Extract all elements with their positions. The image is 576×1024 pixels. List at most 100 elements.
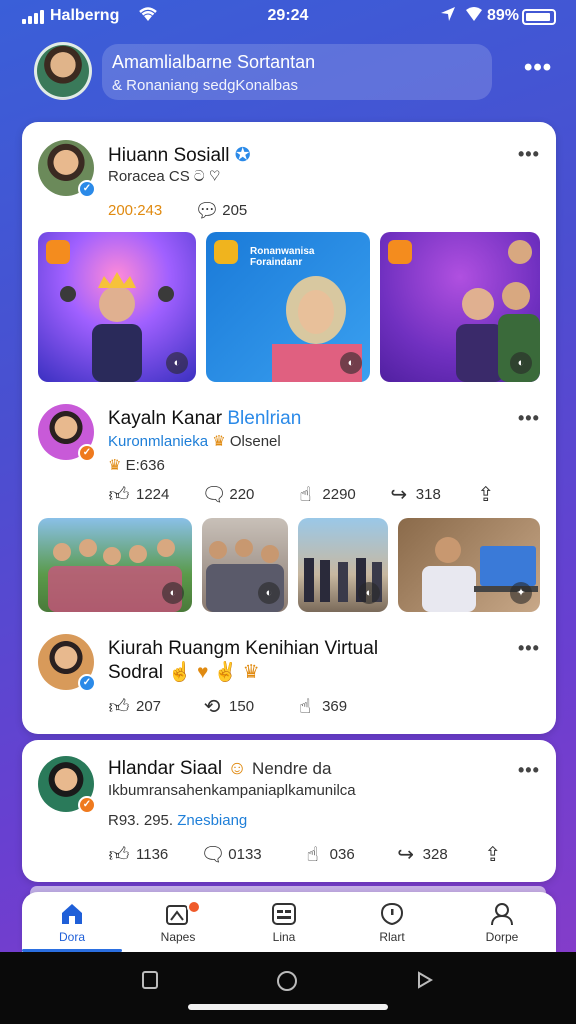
post-title: Kiurah Ruangm Kenihian Virtual [108,638,379,659]
profile-name: Amamlialbarne Sortantan [112,52,316,72]
post-more-icon[interactable]: ••• [518,408,540,429]
tab-label: Napes [160,930,196,944]
comment-icon: 💬︎ [194,200,220,222]
tab-dorpe[interactable]: Dorpe [452,902,552,944]
react-button[interactable]: ☝︎ 2290 [294,482,355,507]
verified-icon: ✪ [234,145,251,166]
post-image-3[interactable]: ◐ [380,232,540,382]
badge-icon: ✓ [78,796,96,814]
hand-icon: ☝︎ [298,696,312,718]
profile-icon [489,902,515,926]
post-subtitle: Ikbumransahenkampaniaplkamunilca [108,782,356,799]
post-title: Kayaln Kanar Blenlrian [108,408,302,429]
thumb-up-icon: 👍︎ [108,843,130,866]
tab-lina[interactable]: Lina [234,902,334,944]
post-more-icon[interactable]: ••• [518,638,540,659]
status-bar: Halberng 29:24 89% [0,0,576,34]
share-arrow-icon: ↪ [397,844,415,866]
post-meta: R93. 295. Znesbiang [108,812,248,829]
media-corner-icon: ◐ [358,582,380,604]
profile-header: Amamlialbarne Sortantan & Ronaniang sedg… [0,34,576,114]
media-corner-icon: ◐ [166,352,188,374]
like-button[interactable]: 👍︎ 207 [108,695,161,719]
tab-home[interactable]: Dora [22,902,122,952]
post-subtitle: Roracea CS ට ♡ [108,168,221,185]
tab-rlart[interactable]: Rlart [342,902,442,944]
media-corner-icon: ◐ [340,352,362,374]
tab-label: Dora [58,930,85,944]
media-corner-icon: ◐ [258,582,280,604]
react-button[interactable]: ☝︎ 036 [302,842,355,867]
tab-label: Lina [272,930,296,944]
tab-label: Rlart [379,930,405,944]
post-title-line2: Sodral ☝ ♥ ✌ ♛ [108,662,260,683]
comment-button[interactable]: 🗨︎ 0133 [200,842,261,867]
hand-icon: ☝︎ [306,844,319,866]
badge-icon: ✓ [78,444,96,462]
post-meta: ♛ E:636 [108,457,165,474]
hand-icon: ☝︎ [299,484,312,506]
like-button[interactable]: 👍︎ 1136 [108,843,169,867]
home-icon [59,902,85,926]
recent-apps-icon[interactable] [140,970,160,996]
post-image-3[interactable]: ◐ [298,518,388,612]
profile-avatar[interactable] [34,42,92,100]
post-subtitle: Kuronmlanieka ♛ Olsenel [108,433,281,450]
export-button[interactable]: ⇪ [475,482,497,507]
alert-shield-icon [379,902,405,926]
post-more-icon[interactable]: ••• [518,144,540,165]
media-corner-icon: ◐ [162,582,184,604]
like-button[interactable]: 👍︎ 1224 [108,483,170,507]
post-image-1[interactable]: ◐ [38,518,192,612]
post-actions: 👍︎ 1136 🗨︎ 0133 ☝︎ 036 ↪ 328 ⇪ [108,842,504,867]
feed-post: ✓ Hlandar Siaal ☺ Nendre da Ikbumransahe… [22,756,556,876]
wifi-status-icon [465,6,483,27]
comment-icon: 🗨︎ [200,844,226,866]
battery-percent: 89% [487,7,520,24]
media-corner-icon: ✦ [510,582,532,604]
battery-icon [522,9,556,25]
post-more-icon[interactable]: ••• [518,760,540,781]
header-more-icon[interactable]: ••• [524,54,552,82]
meta-link[interactable]: Znesbiang [177,812,247,829]
home-circle-icon[interactable] [276,970,298,998]
media-corner-icon: ◐ [510,352,532,374]
post-title: Hlandar Siaal ☺ Nendre da [108,758,332,779]
share-button[interactable]: ↪ 318 [388,482,440,507]
repost-icon: ⟲ [203,696,221,718]
comment-button[interactable]: ⟲ 150 [201,694,254,719]
system-nav-bar [0,952,576,1024]
post-title: Hiuann Sosiall ✪ [108,145,251,166]
feed-card: ✓ Hlandar Siaal ☺ Nendre da Ikbumransahe… [22,740,556,882]
tab-label: Dorpe [485,930,519,944]
post-image-4[interactable]: ✦ [398,518,540,612]
tab-napes[interactable]: Napes [128,900,228,944]
profile-name-box[interactable]: Amamlialbarne Sortantan & Ronaniang sedg… [102,44,492,100]
react-button[interactable]: ☝︎ 369 [294,694,347,719]
upload-icon: ⇪ [477,484,495,506]
feed-post: ✓ Kayaln Kanar Blenlrian Kuronmlanieka ♛… [22,404,556,634]
feed-post: ✓ Kiurah Ruangm Kenihian Virtual Sodral … [22,634,556,734]
post-image-2[interactable]: ◐ [202,518,288,612]
share-button[interactable]: ↪ 328 [395,842,447,867]
verified-badge-icon: ✓ [78,674,96,692]
thumb-up-icon: 👍︎ [108,695,130,718]
comment-button[interactable]: 💬︎ 205 [194,198,247,223]
back-icon[interactable] [414,970,434,996]
export-button[interactable]: ⇪ [482,842,504,867]
notification-dot [187,900,201,914]
post-image-2[interactable]: Ronanwanisa Foraindanr ◐ [206,232,370,382]
location-arrow-icon [440,6,456,27]
post-actions: 👍︎ 1224 🗨︎ 220 ☝︎ 2290 ↪ 318 ⇪ [108,482,497,507]
feed-card: ✓ Hiuann Sosiall ✪ Roracea CS ට ♡ ••• 20… [22,122,556,734]
verified-badge-icon: ✓ [78,180,96,198]
post-actions: 👍︎ 207 ⟲ 150 ☝︎ 369 [108,694,348,719]
message-board-icon [271,902,297,926]
share-arrow-icon: ↪ [390,484,408,506]
home-indicator[interactable] [188,1004,388,1010]
comment-icon: 🗨︎ [201,484,227,506]
upload-icon: ⇪ [484,844,502,866]
comment-button[interactable]: 🗨︎ 220 [201,482,254,507]
post-image-1[interactable]: ◐ [38,232,196,382]
bottom-tab-bar: Dora Napes Lina Rlart Dorpe [22,892,556,952]
